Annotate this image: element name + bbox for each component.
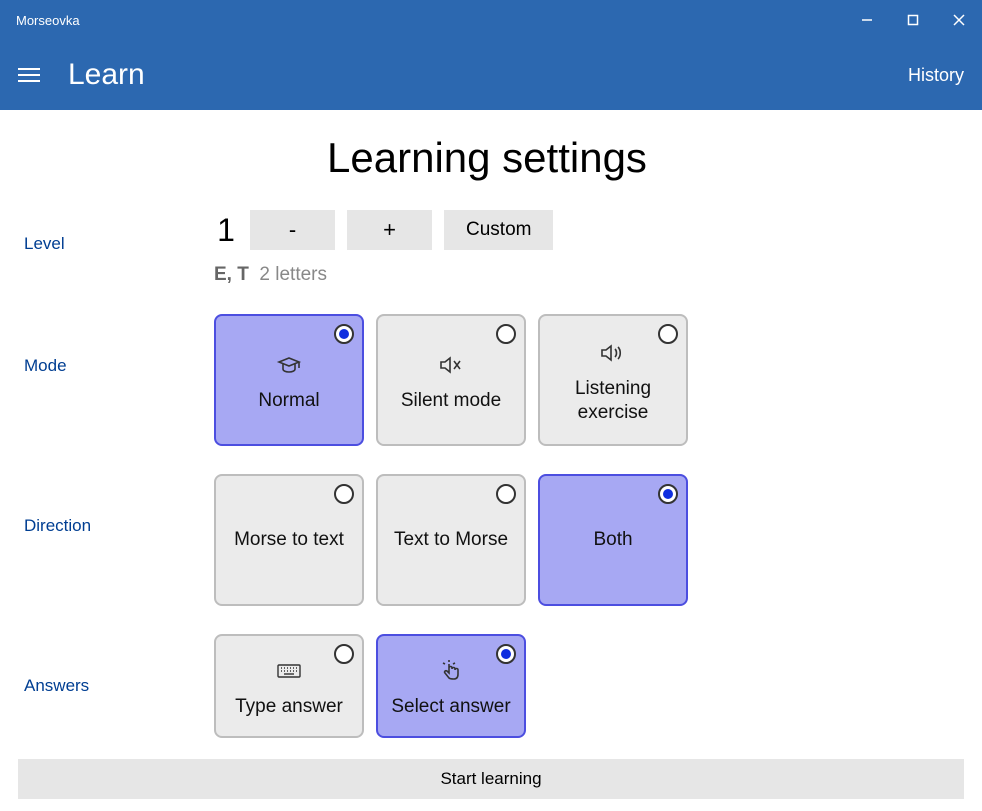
hamburger-menu-icon[interactable] <box>18 68 40 82</box>
minimize-button[interactable] <box>844 0 890 40</box>
level-plus-button[interactable]: + <box>347 210 432 250</box>
direction-option-label: Text to Morse <box>394 528 508 552</box>
speaker-icon <box>599 339 627 367</box>
app-header: Learn History <box>0 40 982 110</box>
radio-icon <box>334 644 354 664</box>
answers-option-select[interactable]: Select answer <box>376 634 526 738</box>
radio-icon <box>334 324 354 344</box>
level-row: Level 1 - + Custom E, T 2 letters <box>24 210 950 286</box>
mode-option-listening[interactable]: Listening exercise <box>538 314 688 446</box>
pointer-icon <box>440 657 462 685</box>
window-controls <box>844 0 982 40</box>
direction-label: Direction <box>24 474 214 536</box>
level-label: Level <box>24 210 214 254</box>
answers-option-type[interactable]: Type answer <box>214 634 364 738</box>
level-letters-count: 2 letters <box>259 264 327 285</box>
answers-label: Answers <box>24 634 214 696</box>
direction-option-label: Both <box>593 528 632 552</box>
radio-icon <box>334 484 354 504</box>
level-letters-set: E, T <box>214 264 249 285</box>
level-letters: E, T 2 letters <box>214 264 950 286</box>
settings-heading: Learning settings <box>24 134 950 182</box>
mode-label: Mode <box>24 314 214 376</box>
radio-icon <box>658 324 678 344</box>
content-area: Learning settings Level 1 - + Custom E, … <box>0 110 982 747</box>
academic-cap-icon <box>276 351 302 379</box>
radio-icon <box>496 644 516 664</box>
radio-icon <box>496 324 516 344</box>
direction-option-both[interactable]: Both <box>538 474 688 606</box>
mode-option-label: Normal <box>258 389 319 413</box>
answers-option-label: Select answer <box>391 695 510 719</box>
radio-icon <box>658 484 678 504</box>
window-title: Morseovka <box>16 13 844 28</box>
mode-option-label: Silent mode <box>401 389 501 413</box>
answers-row: Answers Type answer <box>24 634 950 738</box>
start-bar: Start learning <box>0 747 982 811</box>
radio-icon <box>496 484 516 504</box>
close-button[interactable] <box>936 0 982 40</box>
direction-option-text-to-morse[interactable]: Text to Morse <box>376 474 526 606</box>
keyboard-icon <box>276 657 302 685</box>
mute-icon <box>438 351 464 379</box>
history-link[interactable]: History <box>908 65 964 86</box>
direction-row: Direction Morse to text Text to Morse Bo… <box>24 474 950 606</box>
mode-option-silent[interactable]: Silent mode <box>376 314 526 446</box>
title-bar: Morseovka <box>0 0 982 40</box>
answers-option-label: Type answer <box>235 695 343 719</box>
maximize-button[interactable] <box>890 0 936 40</box>
level-custom-button[interactable]: Custom <box>444 210 553 250</box>
page-title: Learn <box>68 58 880 92</box>
start-learning-button[interactable]: Start learning <box>18 759 964 799</box>
direction-option-label: Morse to text <box>234 528 344 552</box>
level-minus-button[interactable]: - <box>250 210 335 250</box>
level-value: 1 <box>214 212 238 249</box>
direction-option-morse-to-text[interactable]: Morse to text <box>214 474 364 606</box>
mode-option-label: Listening exercise <box>548 377 678 425</box>
mode-option-normal[interactable]: Normal <box>214 314 364 446</box>
mode-row: Mode Normal <box>24 314 950 446</box>
